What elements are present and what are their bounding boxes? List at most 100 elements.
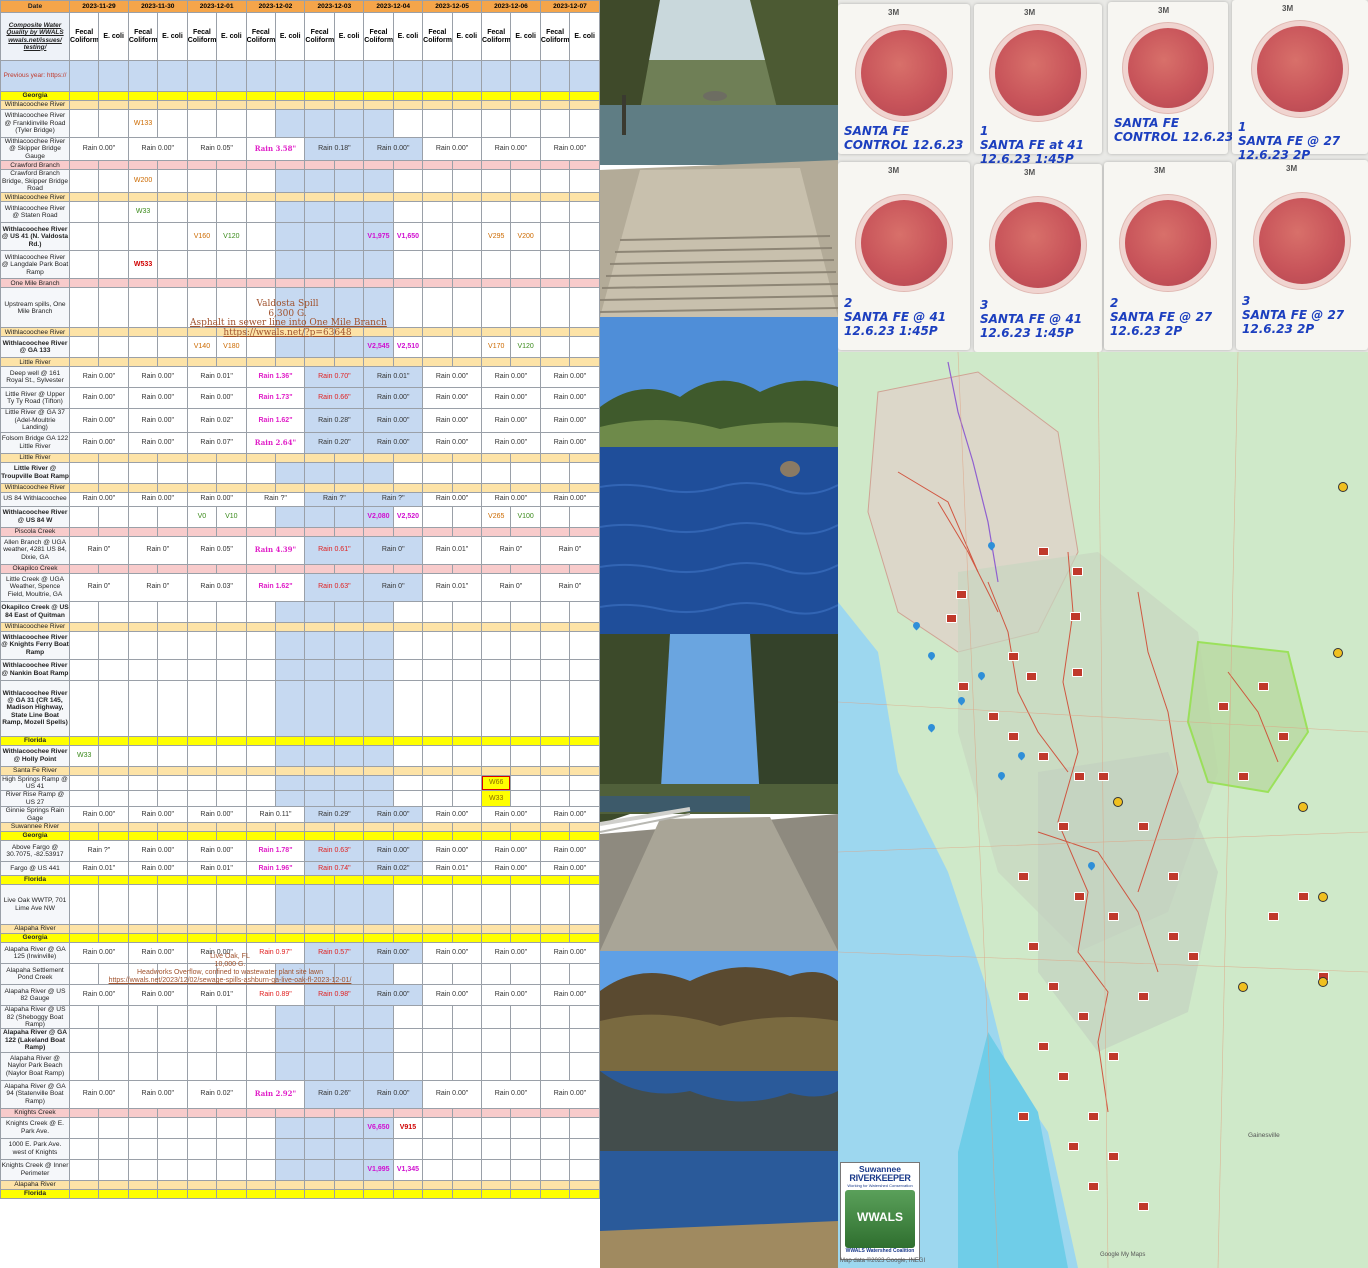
bacteria-value[interactable]: V1,345 — [392, 1158, 424, 1181]
sheet-cell[interactable] — [480, 924, 512, 935]
sheet-cell[interactable] — [157, 526, 188, 537]
sheet-cell[interactable] — [304, 482, 335, 493]
sheet-cell[interactable] — [539, 630, 571, 660]
sheet-cell[interactable] — [304, 505, 335, 528]
sheet-cell[interactable] — [127, 482, 159, 493]
sheet-cell[interactable] — [392, 884, 424, 926]
sheet-cell[interactable] — [451, 160, 483, 171]
sheet-cell[interactable] — [304, 679, 335, 737]
sheet-cell[interactable] — [186, 658, 218, 681]
sheet-cell[interactable] — [98, 600, 129, 623]
sheet-cell[interactable] — [363, 169, 394, 194]
sheet-cell[interactable] — [422, 192, 453, 203]
sheet-cell[interactable] — [304, 160, 335, 171]
sheet-cell[interactable] — [392, 1005, 424, 1030]
sheet-cell[interactable] — [422, 563, 453, 574]
sheet-cell[interactable] — [69, 1005, 100, 1030]
sheet-cell[interactable] — [539, 60, 571, 92]
rain-value[interactable]: Rain 0.01" — [186, 861, 247, 877]
rain-value[interactable]: Rain 0.98" — [304, 984, 365, 1007]
monitoring-site-marker-icon[interactable] — [1038, 1042, 1049, 1051]
bacteria-value[interactable]: V2,080 — [363, 505, 394, 528]
monitoring-site-marker-icon[interactable] — [1026, 672, 1037, 681]
sheet-cell[interactable] — [569, 1179, 600, 1190]
sheet-cell[interactable] — [392, 160, 424, 171]
sheet-cell[interactable] — [98, 1158, 129, 1181]
rain-value[interactable]: Rain 0.00" — [422, 491, 482, 507]
bacteria-value[interactable]: V2,545 — [363, 336, 394, 359]
sheet-cell[interactable] — [569, 526, 600, 537]
sheet-cell[interactable] — [69, 1137, 100, 1160]
sheet-cell[interactable] — [510, 169, 541, 194]
sheet-cell[interactable] — [69, 933, 100, 944]
rain-value[interactable]: Rain 0.00" — [127, 806, 188, 824]
sheet-cell[interactable] — [392, 630, 424, 660]
rain-value[interactable]: Rain 0.00" — [422, 942, 482, 965]
monitoring-site-marker-icon[interactable] — [1068, 1142, 1079, 1151]
sheet-cell[interactable] — [333, 169, 365, 194]
sheet-cell[interactable] — [157, 600, 188, 623]
sheet-cell[interactable] — [69, 1107, 100, 1118]
sheet-cell[interactable] — [451, 336, 483, 359]
sheet-cell[interactable] — [333, 1179, 365, 1190]
rain-value[interactable]: Rain 0.00" — [127, 408, 188, 433]
sheet-cell[interactable] — [422, 336, 453, 359]
site-label[interactable]: Above Fargo @ 30.7075, -82.53917 — [0, 840, 71, 863]
bacteria-value[interactable]: W200 — [127, 169, 159, 194]
sheet-cell[interactable] — [69, 1179, 100, 1190]
monitoring-site-marker-icon[interactable] — [1168, 872, 1179, 881]
bacteria-value[interactable]: V6,650 — [363, 1116, 394, 1139]
sheet-cell[interactable] — [274, 505, 306, 528]
sheet-cell[interactable] — [480, 461, 512, 484]
facility-marker-icon[interactable] — [1318, 892, 1328, 902]
facility-marker-icon[interactable] — [1338, 482, 1348, 492]
sheet-cell[interactable] — [392, 461, 424, 484]
site-label[interactable]: Alapaha River @ US 82 Gauge — [0, 984, 71, 1007]
date-header[interactable]: 2023-12-06 — [481, 0, 541, 13]
sheet-cell[interactable] — [451, 735, 483, 746]
sheet-cell[interactable] — [98, 1051, 129, 1081]
rain-value[interactable]: Rain 0.01" — [422, 861, 482, 877]
bacteria-value[interactable]: V0 — [186, 505, 218, 528]
sheet-cell[interactable] — [422, 933, 453, 944]
rain-value[interactable]: Rain 0.00" — [539, 491, 600, 507]
rain-value[interactable]: Rain 0.00" — [422, 366, 482, 389]
rain-value[interactable]: Rain ?" — [304, 491, 365, 507]
site-label[interactable]: Alapaha River @ GA 125 (Irwinville) — [0, 942, 71, 965]
sheet-cell[interactable] — [98, 91, 129, 101]
sheet-cell[interactable] — [127, 357, 159, 368]
rain-value[interactable]: Rain 0.00" — [69, 984, 129, 1007]
sheet-cell[interactable] — [69, 452, 100, 463]
sheet-cell[interactable] — [451, 822, 483, 833]
rain-value[interactable]: Rain 0.00" — [363, 942, 424, 965]
sheet-cell[interactable] — [245, 679, 276, 737]
sheet-cell[interactable] — [304, 1179, 335, 1190]
sheet-cell[interactable] — [127, 831, 159, 842]
sheet-cell[interactable] — [569, 1107, 600, 1118]
sheet-cell[interactable] — [216, 1028, 247, 1053]
sheet-cell[interactable] — [480, 1051, 512, 1081]
sheet-cell[interactable] — [274, 91, 306, 101]
sheet-cell[interactable] — [451, 884, 483, 926]
sheet-cell[interactable] — [451, 169, 483, 194]
sheet-cell[interactable] — [422, 744, 453, 767]
rain-value[interactable]: Rain 0.00" — [127, 840, 188, 863]
sheet-cell[interactable] — [69, 875, 100, 886]
sheet-cell[interactable] — [216, 600, 247, 623]
sheet-cell[interactable] — [304, 357, 335, 368]
section-label[interactable]: Santa Fe River — [0, 765, 71, 776]
date-header[interactable]: 2023-12-04 — [363, 0, 424, 13]
bacteria-value[interactable]: V265 — [480, 505, 512, 528]
rain-value[interactable]: Rain 0.00" — [481, 491, 541, 507]
sheet-cell[interactable] — [127, 658, 159, 681]
sheet-cell[interactable] — [186, 60, 218, 92]
site-label[interactable]: Okapilco Creek @ US 84 East of Quitman — [0, 600, 71, 623]
rain-value[interactable]: Rain 0.01" — [422, 535, 482, 565]
sheet-cell[interactable] — [510, 774, 541, 792]
sheet-cell[interactable] — [274, 875, 306, 886]
sheet-cell[interactable] — [186, 1179, 218, 1190]
sheet-cell[interactable] — [98, 526, 129, 537]
sheet-cell[interactable] — [333, 1137, 365, 1160]
sheet-cell[interactable] — [98, 192, 129, 203]
sheet-cell[interactable] — [569, 1005, 600, 1030]
